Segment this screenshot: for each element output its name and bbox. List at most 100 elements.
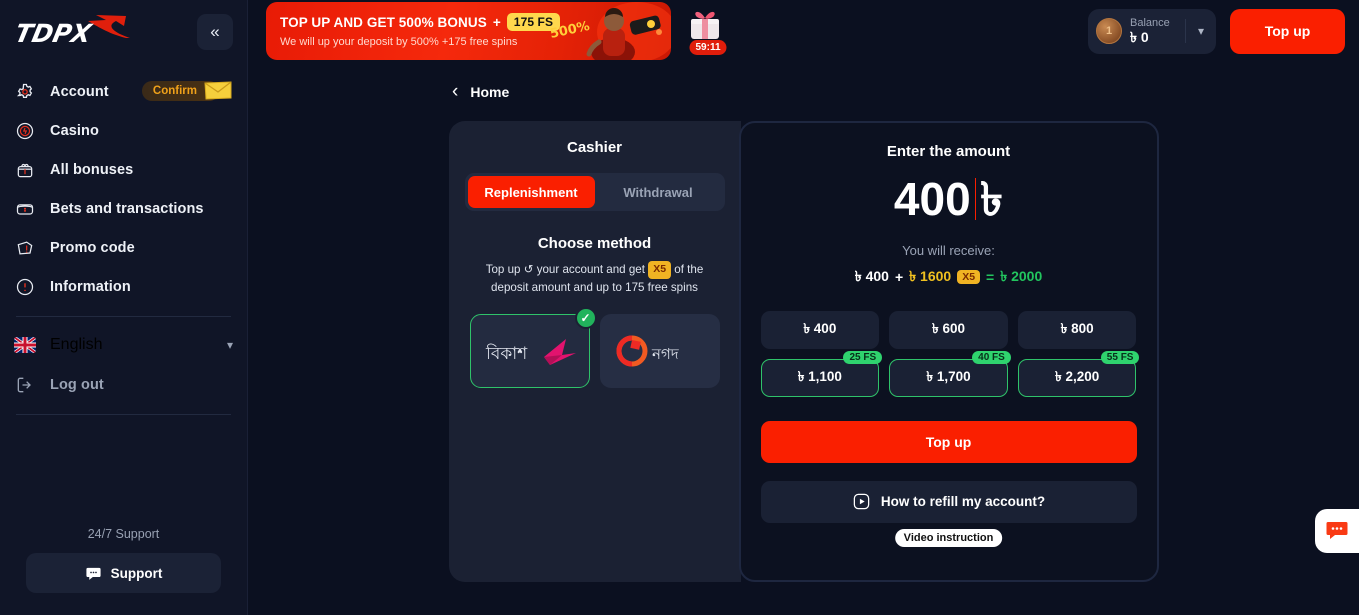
- content-area: Cashier Replenishment Withdrawal Choose …: [248, 121, 1359, 582]
- breadcrumb-label: Home: [470, 83, 510, 100]
- preset-chip-bonus[interactable]: 55 FS ৳ 2,200: [1017, 350, 1140, 397]
- gift-promo[interactable]: 59:11: [685, 5, 731, 57]
- promo-title-row: TOP UP AND GET 500% BONUS + 175 FS: [280, 13, 561, 31]
- language-label: English: [50, 336, 103, 353]
- preset-chip[interactable]: ৳ 800: [1017, 310, 1137, 349]
- amount-panel: Enter the amount 400 ৳ You will receive:…: [738, 121, 1159, 582]
- coin-icon: 1: [1096, 18, 1122, 44]
- amount-value: 400: [893, 173, 971, 225]
- app-root: TDPX « Account Confirm Casino All bonuse…: [0, 0, 1359, 615]
- balance-widget[interactable]: 1 Balance ৳ 0 ▾: [1088, 8, 1216, 54]
- wallet-icon: [14, 198, 36, 220]
- cashier-title: Cashier: [566, 139, 623, 156]
- sidebar-item-account[interactable]: Account Confirm: [0, 72, 247, 111]
- sidebar-item-casino[interactable]: Casino: [0, 111, 247, 150]
- account-confirm-badge[interactable]: Confirm: [141, 80, 233, 101]
- sidebar-item-bets-and-transactions[interactable]: Bets and transactions: [0, 189, 247, 228]
- sidebar-item-logout[interactable]: Log out: [0, 365, 247, 404]
- logout-label: Log out: [50, 376, 104, 393]
- promo-art-label: 500%: [549, 19, 591, 42]
- preset-chip-label: ৳ 1,100: [797, 369, 842, 385]
- sidebar-language-selector[interactable]: English ▾: [0, 325, 247, 365]
- preset-chip[interactable]: ৳ 600: [889, 310, 1008, 349]
- sidebar-item-label: Casino: [50, 122, 99, 139]
- balance-value: ৳ 0: [1130, 29, 1149, 46]
- amount-input[interactable]: 400 ৳: [761, 174, 1137, 225]
- video-instruction-tooltip: Video instruction: [894, 528, 1003, 547]
- balance-text: Balance ৳ 0: [1130, 17, 1170, 46]
- sidebar-nav: Account Confirm Casino All bonuses Bets …: [0, 72, 247, 415]
- check-icon: ✓: [574, 307, 597, 330]
- balance-label: Balance: [1130, 16, 1170, 29]
- receive-label: You will receive:: [902, 242, 995, 258]
- sidebar-divider-bottom: [16, 414, 231, 415]
- free-spins-tag: 25 FS: [843, 350, 883, 364]
- preset-chip-label: ৳ 1,700: [926, 369, 971, 385]
- sidebar-item-label: Bets and transactions: [50, 200, 204, 217]
- preset-chip-bonus[interactable]: 40 FS ৳ 1,700: [889, 350, 1011, 397]
- multiplier-badge: X5: [648, 261, 672, 279]
- calc-multiplier-badge: X5: [957, 269, 981, 284]
- preset-chip-label: ৳ 2,200: [1055, 369, 1100, 385]
- balance-separator: [1184, 19, 1186, 43]
- sidebar-item-information[interactable]: Information: [0, 267, 247, 306]
- preset-chip[interactable]: ৳ 400: [760, 310, 880, 349]
- payment-methods: বিকাশ ✓ নগদ: [465, 307, 725, 389]
- free-spins-tag: 40 FS: [972, 350, 1011, 364]
- promo-banner[interactable]: TOP UP AND GET 500% BONUS + 175 FS We wi…: [266, 2, 671, 60]
- preset-chip-bonus[interactable]: 25 FS ৳ 1,100: [760, 350, 883, 397]
- casino-chip-icon: [14, 120, 36, 142]
- choose-desc-part-b: your account and get: [536, 263, 645, 276]
- cashier-tabs: Replenishment Withdrawal: [464, 173, 725, 211]
- how-to-refill-label: How to refill my account?: [880, 494, 1046, 510]
- refresh-icon: ↺: [523, 263, 534, 276]
- tab-replenishment[interactable]: Replenishment: [467, 176, 595, 208]
- sidebar-header: TDPX «: [0, 0, 247, 60]
- amount-currency: ৳: [980, 173, 1004, 225]
- gear-icon: [14, 81, 36, 103]
- sidebar-item-label: All bonuses: [50, 161, 134, 178]
- chevron-down-icon[interactable]: ▾: [1194, 24, 1208, 38]
- header-topup-button[interactable]: Top up: [1230, 8, 1345, 54]
- sidebar-item-label: Promo code: [50, 239, 135, 256]
- logout-icon: [14, 374, 36, 396]
- promo-subtitle: We will up your deposit by 500% +175 fre…: [280, 36, 518, 48]
- payment-method-nagad[interactable]: নগদ: [599, 314, 720, 389]
- promo-ticket-icon: [14, 237, 36, 259]
- gift-timer-badge: 59:11: [689, 40, 727, 55]
- info-circle-icon: [14, 276, 36, 298]
- chat-bubble-icon: [1325, 519, 1349, 543]
- support-button[interactable]: Support: [26, 553, 221, 593]
- sidebar-item-label: Account: [50, 83, 109, 100]
- calc-total: ৳ 2000: [1000, 267, 1043, 284]
- top-bar: TOP UP AND GET 500% BONUS + 175 FS We wi…: [248, 0, 1359, 62]
- receive-calculation: ৳ 400 + ৳ 1600 X5 = ৳ 2000: [761, 265, 1137, 289]
- chevron-left-icon[interactable]: ‹: [452, 82, 458, 101]
- sidebar: TDPX « Account Confirm Casino All bonuse…: [0, 0, 248, 615]
- topup-submit-button[interactable]: Top up: [760, 420, 1137, 463]
- payment-method-bkash[interactable]: বিকাশ ✓: [469, 307, 597, 389]
- chevrons-left-icon: «: [210, 22, 220, 41]
- sidebar-divider: [16, 316, 231, 317]
- calc-base: ৳ 400: [854, 267, 889, 284]
- support-button-label: Support: [110, 565, 163, 581]
- chat-widget-button[interactable]: [1315, 509, 1359, 553]
- promo-title: TOP UP AND GET 500% BONUS: [280, 14, 487, 30]
- gift-box-icon: [685, 5, 731, 43]
- promo-artwork: 500%: [541, 2, 671, 60]
- uk-flag-icon: [14, 337, 36, 353]
- brand-logo[interactable]: TDPX: [14, 12, 150, 52]
- sidebar-item-promo-code[interactable]: Promo code: [0, 228, 247, 267]
- how-to-refill-button[interactable]: How to refill my account? Video instruct…: [760, 480, 1137, 547]
- play-circle-icon: [852, 492, 871, 511]
- text-caret: [974, 178, 977, 221]
- nagad-native-label: নগদ: [651, 345, 680, 363]
- promo-plus: +: [492, 14, 501, 30]
- choose-method-title: Choose method: [537, 235, 652, 252]
- amount-presets: ৳ 400 ৳ 600 ৳ 800 25 FS ৳ 1,100 40 FS ৳ …: [760, 310, 1140, 397]
- bkash-native-label: বিকাশ: [485, 343, 528, 364]
- envelope-icon: [203, 80, 233, 101]
- sidebar-item-all-bonuses[interactable]: All bonuses: [0, 150, 247, 189]
- tab-withdrawal[interactable]: Withdrawal: [595, 176, 722, 208]
- sidebar-collapse-button[interactable]: «: [197, 14, 233, 50]
